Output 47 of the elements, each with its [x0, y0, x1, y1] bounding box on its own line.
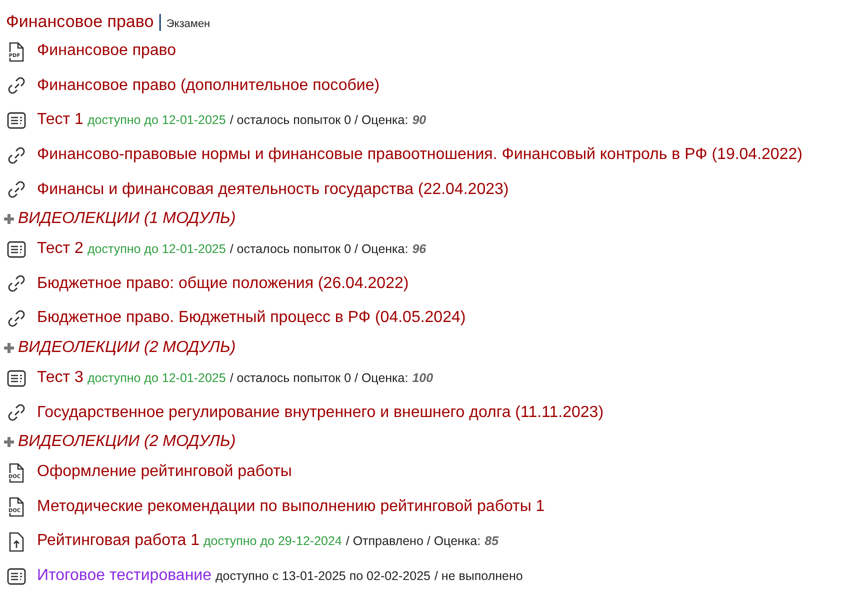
- grade-value: 85: [484, 533, 499, 550]
- status-text: / осталось попыток 0 / Оценка:: [230, 241, 408, 258]
- item-link[interactable]: Финансово-правовые нормы и финансовые правоотношения. Финансовый контроль в РФ (19.04.2022): [37, 143, 802, 168]
- link-icon: [6, 273, 27, 294]
- item-link[interactable]: Тест 2: [37, 237, 84, 262]
- link-icon: [6, 179, 27, 200]
- list-icon: [6, 566, 27, 587]
- item-link[interactable]: Тест 1: [37, 108, 84, 132]
- availability-text: доступно до 12-01-2025: [87, 112, 226, 130]
- expand-icon[interactable]: [3, 342, 15, 354]
- item-link[interactable]: Государственное регулирование внутреннего и внешнего долга (11.11.2023): [37, 400, 604, 425]
- status-text: / осталось попыток 0 / Оценка:: [230, 370, 408, 388]
- list-icon: [6, 368, 27, 389]
- list-icon: [6, 238, 27, 260]
- item-link[interactable]: Финансовое право: [37, 39, 176, 64]
- grade-value: 90: [412, 112, 426, 130]
- item-link[interactable]: Итоговое тестирование: [37, 564, 212, 588]
- grade-value: 96: [412, 241, 426, 258]
- availability-text: доступно с 13-01-2025 по 02-02-2025: [216, 568, 430, 586]
- item-link[interactable]: Финансовое право (дополнительное пособие): [37, 74, 380, 98]
- link-icon: [6, 75, 27, 96]
- item-link[interactable]: Бюджетное право. Бюджетный процесс в РФ (04.05.2024): [37, 306, 466, 330]
- link-icon: [6, 402, 27, 424]
- status-text: / Отправлено / Оценка:: [346, 533, 481, 550]
- availability-text: доступно до 12-01-2025: [87, 370, 226, 388]
- title-separator: |: [158, 10, 162, 33]
- section-heading[interactable]: ВИДЕОЛЕКЦИИ (1 МОДУЛЬ): [18, 207, 236, 232]
- item-link[interactable]: Методические рекомендации по выполнению рейтинговой работы 1: [37, 494, 545, 519]
- link-icon: [6, 144, 27, 166]
- expand-icon[interactable]: [3, 436, 15, 448]
- section-heading[interactable]: ВИДЕОЛЕКЦИИ (2 МОДУЛЬ): [18, 430, 236, 454]
- course-title: Финансовое право: [6, 11, 154, 33]
- item-link[interactable]: Оформление рейтинговой работы: [37, 460, 292, 484]
- list-icon: [6, 110, 27, 131]
- item-link[interactable]: Финансы и финансовая деятельность государства (22.04.2023): [37, 178, 509, 202]
- item-link[interactable]: Рейтинговая работа 1: [37, 529, 200, 554]
- availability-text: доступно до 12-01-2025: [87, 241, 226, 258]
- status-text: / не выполнено: [434, 568, 523, 586]
- item-link[interactable]: Тест 3: [37, 366, 84, 390]
- expand-icon[interactable]: [3, 213, 15, 226]
- item-link[interactable]: Бюджетное право: общие положения (26.04.2022): [37, 272, 409, 296]
- availability-text: доступно до 29-12-2024: [204, 533, 342, 550]
- grade-value: 100: [412, 370, 434, 388]
- link-icon: [6, 308, 27, 329]
- section-heading[interactable]: ВИДЕОЛЕКЦИИ (2 МОДУЛЬ): [18, 336, 236, 360]
- status-text: / осталось попыток 0 / Оценка:: [230, 112, 408, 130]
- exam-type-label: Экзамен: [166, 17, 210, 32]
